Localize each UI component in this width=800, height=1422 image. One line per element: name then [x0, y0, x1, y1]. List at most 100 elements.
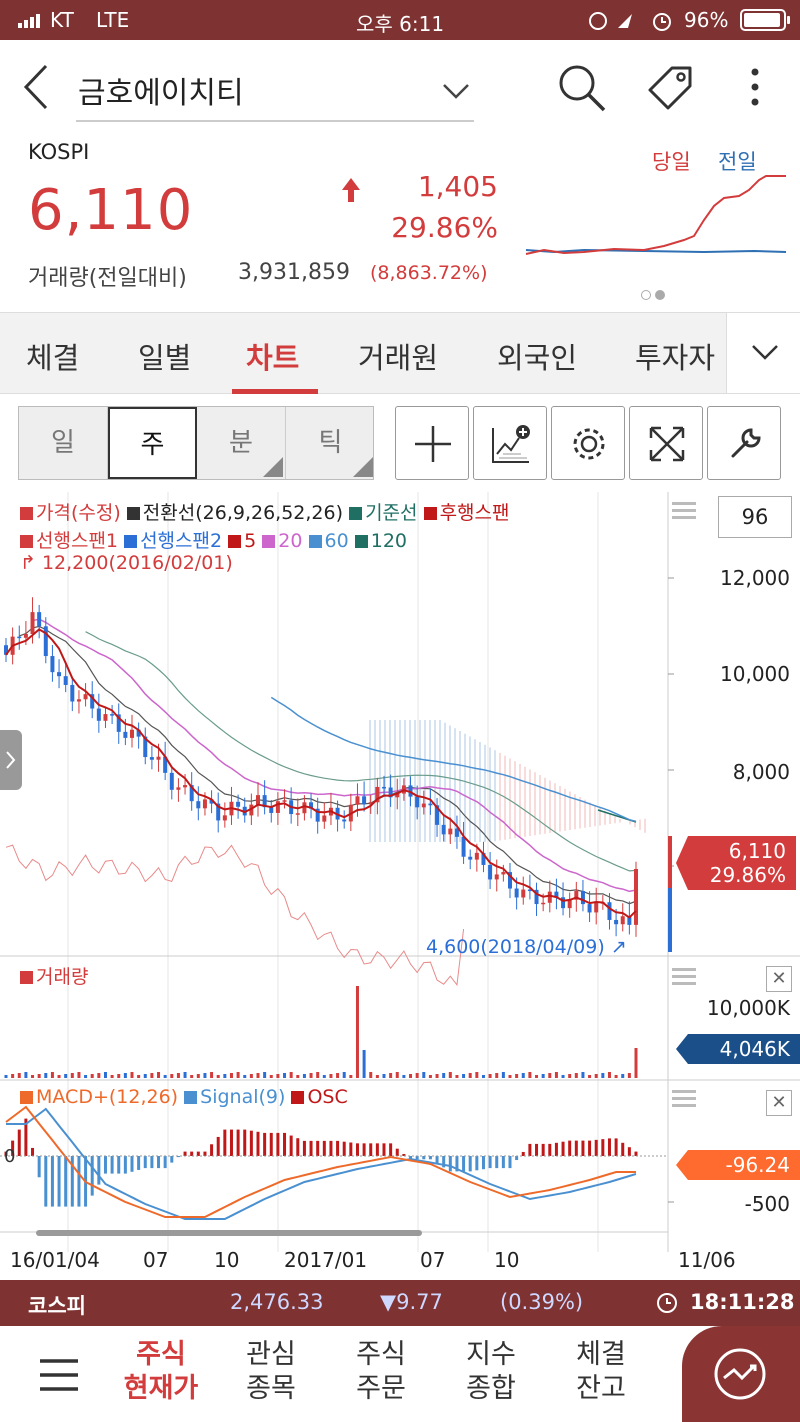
candle-body [580, 891, 585, 905]
period-minute-label: 분 [229, 428, 253, 458]
settings-button[interactable] [551, 406, 625, 480]
osc-bar [183, 1151, 187, 1156]
nav-label: 체결 [576, 1339, 626, 1370]
volume-bar [495, 1073, 499, 1078]
chevron-down-icon[interactable] [442, 82, 470, 100]
osc-bar [329, 1140, 333, 1156]
nav-index[interactable]: 지수 종합 [446, 1338, 536, 1406]
mini-chart-today-line [525, 175, 786, 255]
tab-indicator [232, 389, 318, 394]
candle-body [63, 676, 68, 685]
volume-bar [535, 1075, 539, 1078]
legend-ma60: 60 [324, 530, 349, 552]
volume-panel-close-button[interactable]: ✕ [766, 966, 792, 992]
more-vert-icon[interactable] [748, 66, 762, 110]
candle-body [421, 803, 426, 808]
nav-watchlist[interactable]: 관심 종목 [226, 1338, 316, 1406]
tab-broker[interactable]: 거래원 [358, 335, 438, 377]
macd-panel-close-button[interactable]: ✕ [766, 1090, 792, 1116]
osc-bar [382, 1143, 386, 1156]
nav-order[interactable]: 주식 주문 [336, 1338, 426, 1406]
side-panel-handle[interactable] [0, 730, 22, 790]
volume-bar [77, 1072, 81, 1078]
candle-body [123, 731, 128, 738]
tab-investor[interactable]: 투자자 [635, 335, 715, 377]
osc-bar [110, 1156, 114, 1174]
volume-bar [263, 1072, 267, 1078]
period-minute[interactable]: 분 [197, 407, 286, 479]
tab-more-button[interactable] [726, 313, 800, 393]
osc-bar [249, 1130, 253, 1156]
scroll-bar[interactable] [36, 1230, 422, 1236]
nav-stock-price[interactable]: 주식 현재가 [116, 1338, 206, 1406]
osc-bar [462, 1156, 466, 1172]
volume-bar [382, 1074, 386, 1078]
period-week[interactable]: 주 [108, 407, 197, 479]
volume-bar [588, 1075, 592, 1078]
volume-bar [183, 1072, 187, 1078]
page-dots [641, 285, 669, 304]
candle-body [607, 902, 612, 920]
volume-bar [488, 1074, 492, 1078]
osc-bar [634, 1151, 638, 1156]
candle-body [96, 708, 101, 721]
tab-trade[interactable]: 체결 [26, 335, 79, 377]
stock-name[interactable]: 금호에이치티 [78, 68, 244, 112]
volume-bar [203, 1073, 207, 1078]
candle-body [43, 626, 48, 657]
osc-bar [448, 1156, 452, 1172]
period-day[interactable]: 일 [19, 407, 108, 479]
index-ticker[interactable]: 코스피 2,476.33 ▼9.77 (0.39%) 18:11:28 [0, 1280, 800, 1326]
price-panel-menu-icon[interactable] [672, 502, 696, 523]
volume-bar [4, 1075, 8, 1078]
volume-bar [117, 1074, 121, 1078]
wrench-icon [731, 428, 761, 458]
macd-legend: MACD+(12,26) Signal(9) OSC [20, 1086, 348, 1108]
tools-button[interactable] [707, 406, 781, 480]
intraday-mini-chart[interactable] [524, 170, 788, 262]
volume-bar [455, 1075, 459, 1078]
volume-bar [84, 1075, 88, 1078]
osc-bar [342, 1141, 346, 1156]
indicator-add-button[interactable] [473, 406, 547, 480]
visible-count-box[interactable]: 96 [718, 496, 792, 538]
volume-panel-menu-icon[interactable] [672, 968, 696, 989]
tab-chart[interactable]: 차트 [246, 335, 299, 377]
tab-foreign[interactable]: 외국인 [497, 335, 577, 377]
legend-ma20: 20 [278, 530, 303, 552]
osc-bar [137, 1156, 141, 1170]
crosshair-button[interactable] [395, 406, 469, 480]
menu-icon[interactable] [38, 1358, 80, 1392]
volume-bar [521, 1073, 525, 1078]
search-icon[interactable] [556, 62, 608, 114]
osc-bar [554, 1142, 558, 1156]
volume-bar [395, 1072, 399, 1078]
nav-balance[interactable]: 체결 잔고 [556, 1338, 646, 1406]
volume-label: 거래량(전일대비) [28, 266, 187, 291]
osc-bar [150, 1156, 154, 1169]
volume-bar [342, 1072, 346, 1078]
tag-icon[interactable] [644, 62, 696, 114]
macd-panel-menu-icon[interactable] [672, 1090, 696, 1111]
osc-bar [561, 1141, 565, 1156]
chevron-down-icon [752, 345, 778, 360]
back-icon[interactable] [22, 64, 50, 110]
macd-tag: -96.24 [676, 1150, 800, 1180]
osc-bar [501, 1156, 505, 1169]
osc-bar [269, 1132, 273, 1156]
tab-daily[interactable]: 일별 [138, 335, 191, 377]
period-tick-label: 틱 [318, 428, 343, 458]
candle-body [468, 856, 473, 860]
quick-menu-button[interactable] [682, 1326, 800, 1422]
trend-circle-icon [714, 1348, 766, 1400]
y-tick-8000: 8,000 [732, 760, 790, 784]
fullscreen-button[interactable] [629, 406, 703, 480]
candle-body [488, 864, 493, 880]
volume-pct: (8,863.72%) [370, 262, 488, 284]
volume-bar [548, 1073, 552, 1078]
candle-body [110, 714, 115, 716]
volume-bar [57, 1075, 61, 1078]
period-tick[interactable]: 틱 [286, 407, 375, 479]
candle-body [130, 729, 134, 738]
osc-bar [528, 1143, 532, 1156]
